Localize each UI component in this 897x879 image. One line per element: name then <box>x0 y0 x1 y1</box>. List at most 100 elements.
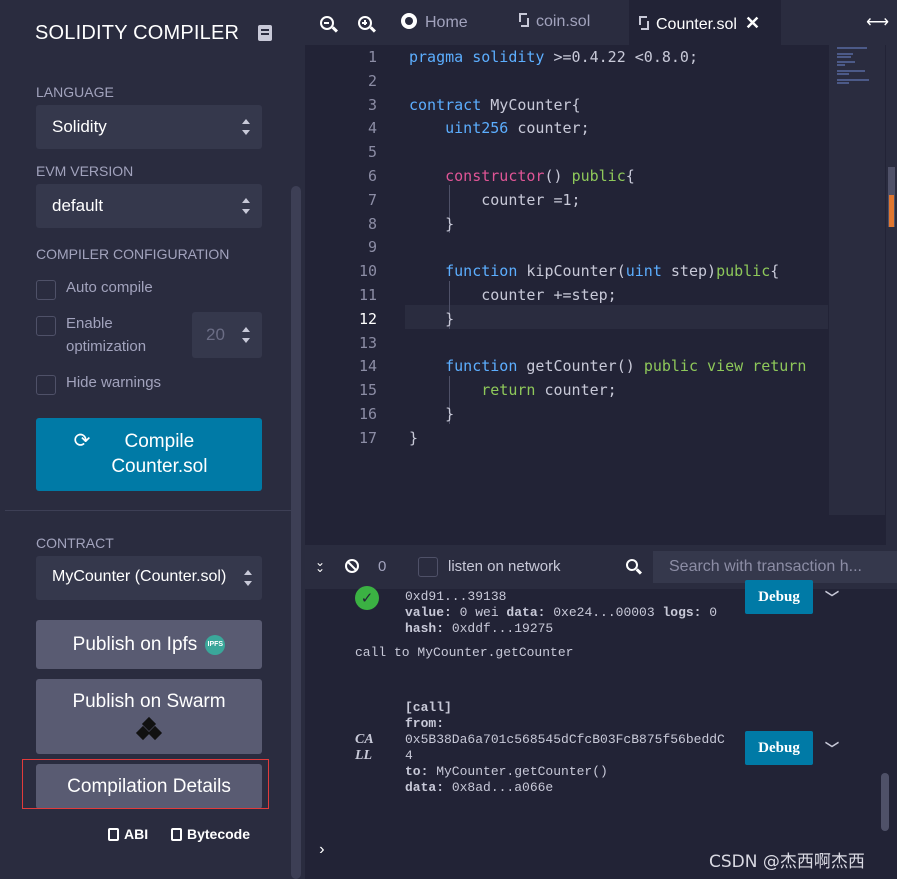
code-editor[interactable]: 1 2 3 4 5 6 7 8 9 10 11 12 13 14 15 16 17 pragma solidit… <box>305 45 897 545</box>
copy-icon <box>171 828 182 841</box>
line-number: 3 <box>367 95 377 114</box>
language-select[interactable]: Solidity <box>36 105 262 149</box>
publish-ipfs-label: Publish on Ipfs <box>72 634 198 655</box>
chevron-down-icon[interactable]: ﹀ <box>825 739 839 759</box>
tab-counter-sol[interactable]: Counter.sol ✕ <box>629 0 781 45</box>
transaction-search-input[interactable] <box>653 551 897 583</box>
line-number: 15 <box>358 381 377 400</box>
success-check-icon: ✓ <box>355 586 379 610</box>
listen-network-checkbox[interactable] <box>418 557 438 577</box>
compile-button-label: Compile Counter.sol <box>111 431 208 477</box>
expand-horizontal-icon[interactable]: ⟷ <box>866 12 889 32</box>
debug-button[interactable]: Debug <box>745 580 813 614</box>
tx1-hash: hash: 0xddf...19275 <box>405 621 554 636</box>
line-number: 4 <box>367 119 377 138</box>
code-line[interactable]: counter +=step; <box>409 286 616 304</box>
code-line[interactable]: return counter; <box>409 381 616 399</box>
code-line[interactable]: function getCounter() public view return <box>409 357 806 375</box>
panel-title: SOLIDITY COMPILER <box>35 22 240 44</box>
publish-swarm-label: Publish on Swarm <box>72 691 226 712</box>
auto-compile-label: Auto compile <box>66 279 153 296</box>
code-line[interactable]: uint256 counter; <box>409 119 590 137</box>
select-arrows-icon <box>244 570 252 586</box>
bytecode-label: Bytecode <box>187 826 251 842</box>
tab-home-label: Home <box>425 14 468 31</box>
publish-swarm-button[interactable]: Publish on Swarm <box>36 679 262 754</box>
code-line[interactable]: } <box>409 215 454 233</box>
line-number: 14 <box>358 357 377 376</box>
code-line[interactable]: function kipCounter(uint step)public{ <box>409 262 779 280</box>
zoom-out-icon[interactable] <box>320 16 334 30</box>
code-line[interactable]: } <box>409 405 454 423</box>
line-number: 9 <box>367 238 377 257</box>
line-number: 12 <box>358 309 377 328</box>
sidebar-scrollbar[interactable] <box>291 186 301 879</box>
line-number: 5 <box>367 143 377 162</box>
tab-counter-label: Counter.sol <box>656 16 737 33</box>
compiler-config-label: COMPILER CONFIGURATION <box>36 246 230 262</box>
line-number: 13 <box>358 333 377 352</box>
tab-coin-label: coin.sol <box>536 13 591 30</box>
pending-tx-count: 0 <box>378 558 387 575</box>
language-value: Solidity <box>52 117 107 136</box>
terminal-scrollbar[interactable] <box>881 773 889 831</box>
code-line[interactable]: } <box>409 310 454 328</box>
hide-warnings-checkbox[interactable] <box>36 375 56 395</box>
code-minimap[interactable] <box>829 45 885 515</box>
select-arrows-icon <box>242 198 250 214</box>
terminal-output: ✓ 0xd91...39138 value: 0 wei data: 0xe24… <box>305 580 897 879</box>
home-icon <box>401 13 417 29</box>
documentation-icon[interactable] <box>258 25 272 41</box>
clear-terminal-icon[interactable] <box>345 559 359 573</box>
line-number: 1 <box>367 48 377 66</box>
contract-select[interactable]: MyCounter (Counter.sol) <box>36 556 262 600</box>
terminal-prompt-icon[interactable]: › <box>317 841 327 859</box>
abi-copy-link[interactable]: ABI <box>108 826 148 842</box>
language-label: LANGUAGE <box>36 84 114 100</box>
hide-warnings-label: Hide warnings <box>66 374 162 391</box>
code-line[interactable]: counter =1; <box>409 191 580 209</box>
enable-optimization-checkbox[interactable] <box>36 316 56 336</box>
tab-coin-sol[interactable]: coin.sol <box>519 0 629 45</box>
highlight-annotation <box>22 759 269 809</box>
chevron-down-icon[interactable]: ﹀ <box>825 588 839 608</box>
tx2-from-value-cont: 4 <box>405 748 413 763</box>
collapse-terminal-icon[interactable]: ⌄ ⌄ <box>315 556 325 574</box>
swarm-icon <box>135 716 163 741</box>
line-number: 8 <box>367 214 377 233</box>
auto-compile-checkbox[interactable] <box>36 280 56 300</box>
code-line[interactable]: contract MyCounter{ <box>409 96 581 114</box>
tx1-from: 0xd91...39138 <box>405 589 507 604</box>
code-line[interactable]: pragma solidity >=0.4.22 <0.8.0; <box>409 48 698 66</box>
optimization-runs-value: 20 <box>206 325 225 344</box>
section-divider <box>5 510 293 511</box>
evm-version-select[interactable]: default <box>36 184 262 228</box>
bytecode-copy-link[interactable]: Bytecode <box>171 826 250 842</box>
call-label: CA LL <box>355 732 374 763</box>
solidity-icon <box>519 13 529 27</box>
zoom-in-icon[interactable] <box>358 16 372 30</box>
tx2-to: to: MyCounter.getCounter() <box>405 764 608 779</box>
tx1-details: value: 0 wei data: 0xe24...00003 logs: 0 <box>405 605 718 620</box>
code-line[interactable]: constructor() public{ <box>409 167 635 185</box>
editor-scrollbar[interactable] <box>886 45 897 545</box>
line-number: 2 <box>367 71 377 90</box>
stepper-arrows-icon <box>242 327 250 343</box>
debug-button[interactable]: Debug <box>745 731 813 765</box>
tab-home[interactable]: Home <box>401 0 507 45</box>
tx2-from-key: from: <box>405 716 445 731</box>
publish-ipfs-button[interactable]: Publish on Ipfs IPFS <box>36 620 262 669</box>
contract-label: CONTRACT <box>36 535 114 551</box>
abi-label: ABI <box>124 826 149 842</box>
contract-value: MyCounter (Counter.sol) <box>52 568 227 585</box>
line-number: 11 <box>358 286 377 304</box>
line-number: 16 <box>358 405 377 423</box>
solidity-icon <box>639 16 649 30</box>
code-line[interactable]: } <box>409 429 418 447</box>
evm-version-label: EVM VERSION <box>36 163 134 179</box>
close-icon[interactable]: ✕ <box>745 13 760 34</box>
call-log-text: call to MyCounter.getCounter <box>355 645 574 660</box>
enable-optimization-label: Enable optimization <box>66 315 147 355</box>
optimization-runs-input[interactable]: 20 <box>192 312 262 358</box>
compile-button[interactable]: ⟳ Compile Counter.sol <box>36 418 262 491</box>
